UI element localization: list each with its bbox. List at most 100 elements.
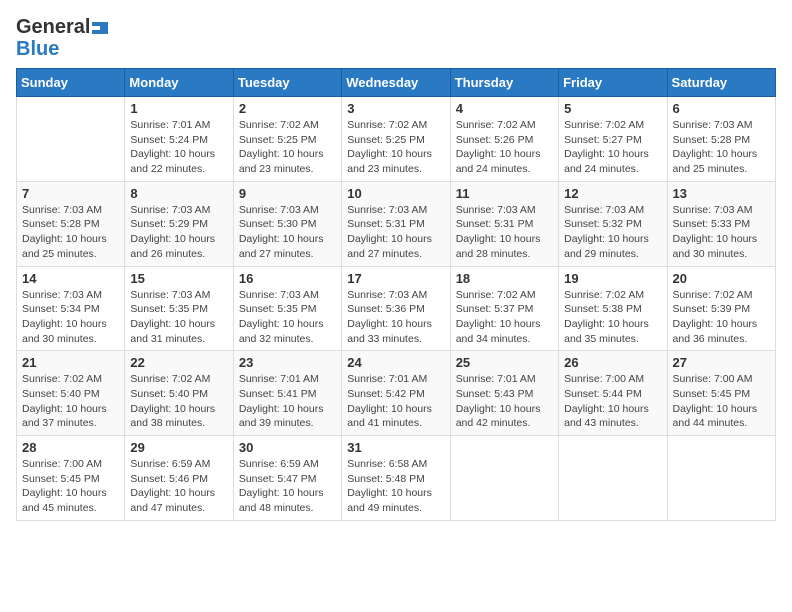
day-number: 15 [130,271,227,286]
day-number: 25 [456,355,553,370]
calendar-week-row: 1 Sunrise: 7:01 AMSunset: 5:24 PMDaylight… [17,97,776,182]
day-info: Sunrise: 7:03 AMSunset: 5:31 PMDaylight:… [456,203,553,262]
day-info: Sunrise: 6:59 AMSunset: 5:46 PMDaylight:… [130,457,227,516]
calendar-cell [450,436,558,521]
calendar-week-row: 14 Sunrise: 7:03 AMSunset: 5:34 PMDayligh… [17,266,776,351]
calendar-cell: 25 Sunrise: 7:01 AMSunset: 5:43 PMDayligh… [450,351,558,436]
day-number: 11 [456,186,553,201]
calendar-week-row: 21 Sunrise: 7:02 AMSunset: 5:40 PMDayligh… [17,351,776,436]
day-number: 22 [130,355,227,370]
day-info: Sunrise: 7:01 AMSunset: 5:43 PMDaylight:… [456,372,553,431]
day-info: Sunrise: 7:01 AMSunset: 5:41 PMDaylight:… [239,372,336,431]
day-number: 3 [347,101,444,116]
calendar-cell: 2Sunrise: 7:02 AMSunset: 5:25 PMDaylight… [233,97,341,182]
calendar-cell: 4 Sunrise: 7:02 AMSunset: 5:26 PMDaylight… [450,97,558,182]
day-info: Sunrise: 7:00 AMSunset: 5:45 PMDaylight:… [22,457,119,516]
calendar-cell: 27 Sunrise: 7:00 AMSunset: 5:45 PMDayligh… [667,351,775,436]
day-number: 19 [564,271,661,286]
calendar-table: SundayMondayTuesdayWednesdayThursdayFrid… [16,68,776,521]
day-number: 18 [456,271,553,286]
day-number: 27 [673,355,770,370]
day-info: Sunrise: 7:03 AMSunset: 5:36 PMDaylight:… [347,288,444,347]
calendar-cell: 13 Sunrise: 7:03 AMSunset: 5:33 PMDayligh… [667,181,775,266]
logo-text: General [16,16,108,38]
calendar-cell [667,436,775,521]
calendar-cell: 22 Sunrise: 7:02 AMSunset: 5:40 PMDayligh… [125,351,233,436]
day-number: 16 [239,271,336,286]
day-info: Sunrise: 7:02 AMSunset: 5:39 PMDaylight:… [673,288,770,347]
calendar-cell: 20 Sunrise: 7:02 AMSunset: 5:39 PMDayligh… [667,266,775,351]
day-info: Sunrise: 7:03 AMSunset: 5:29 PMDaylight:… [130,203,227,262]
day-number: 4 [456,101,553,116]
calendar-cell: 21 Sunrise: 7:02 AMSunset: 5:40 PMDayligh… [17,351,125,436]
calendar-cell: 9Sunrise: 7:03 AMSunset: 5:30 PMDaylight… [233,181,341,266]
day-number: 1 [130,101,227,116]
day-number: 10 [347,186,444,201]
day-info: Sunrise: 7:02 AMSunset: 5:26 PMDaylight:… [456,118,553,177]
day-number: 9 [239,186,336,201]
day-info: Sunrise: 7:03 AMSunset: 5:31 PMDaylight:… [347,203,444,262]
day-info: Sunrise: 7:03 AMSunset: 5:28 PMDaylight:… [673,118,770,177]
column-header-tuesday: Tuesday [233,69,341,97]
day-info: Sunrise: 7:00 AMSunset: 5:44 PMDaylight:… [564,372,661,431]
column-header-thursday: Thursday [450,69,558,97]
column-header-monday: Monday [125,69,233,97]
calendar-cell: 24Sunrise: 7:01 AMSunset: 5:42 PMDayligh… [342,351,450,436]
calendar-cell: 12Sunrise: 7:03 AMSunset: 5:32 PMDayligh… [559,181,667,266]
day-info: Sunrise: 7:03 AMSunset: 5:35 PMDaylight:… [239,288,336,347]
logo-flag-icon [92,20,108,36]
day-number: 2 [239,101,336,116]
day-number: 20 [673,271,770,286]
calendar-cell: 14 Sunrise: 7:03 AMSunset: 5:34 PMDayligh… [17,266,125,351]
calendar-header-row: SundayMondayTuesdayWednesdayThursdayFrid… [17,69,776,97]
calendar-cell: 26 Sunrise: 7:00 AMSunset: 5:44 PMDayligh… [559,351,667,436]
day-info: Sunrise: 7:03 AMSunset: 5:34 PMDaylight:… [22,288,119,347]
day-info: Sunrise: 7:00 AMSunset: 5:45 PMDaylight:… [673,372,770,431]
day-info: Sunrise: 7:02 AMSunset: 5:37 PMDaylight:… [456,288,553,347]
day-number: 31 [347,440,444,455]
day-number: 28 [22,440,119,455]
page-header: General Blue [16,16,776,60]
calendar-cell [17,97,125,182]
day-info: Sunrise: 7:02 AMSunset: 5:40 PMDaylight:… [130,372,227,431]
day-number: 7 [22,186,119,201]
day-info: Sunrise: 7:02 AMSunset: 5:25 PMDaylight:… [347,118,444,177]
calendar-cell: 23Sunrise: 7:01 AMSunset: 5:41 PMDayligh… [233,351,341,436]
day-info: Sunrise: 7:03 AMSunset: 5:32 PMDaylight:… [564,203,661,262]
logo: General Blue [16,16,108,60]
day-info: Sunrise: 6:59 AMSunset: 5:47 PMDaylight:… [239,457,336,516]
calendar-week-row: 28 Sunrise: 7:00 AMSunset: 5:45 PMDayligh… [17,436,776,521]
calendar-cell [559,436,667,521]
calendar-cell: 30Sunrise: 6:59 AMSunset: 5:47 PMDayligh… [233,436,341,521]
day-number: 6 [673,101,770,116]
calendar-cell: 15Sunrise: 7:03 AMSunset: 5:35 PMDayligh… [125,266,233,351]
calendar-cell: 18 Sunrise: 7:02 AMSunset: 5:37 PMDayligh… [450,266,558,351]
day-info: Sunrise: 6:58 AMSunset: 5:48 PMDaylight:… [347,457,444,516]
calendar-cell: 6 Sunrise: 7:03 AMSunset: 5:28 PMDaylight… [667,97,775,182]
column-header-sunday: Sunday [17,69,125,97]
day-number: 13 [673,186,770,201]
day-number: 24 [347,355,444,370]
column-header-friday: Friday [559,69,667,97]
calendar-cell: 31 Sunrise: 6:58 AMSunset: 5:48 PMDayligh… [342,436,450,521]
calendar-cell: 29Sunrise: 6:59 AMSunset: 5:46 PMDayligh… [125,436,233,521]
day-number: 26 [564,355,661,370]
day-info: Sunrise: 7:03 AMSunset: 5:33 PMDaylight:… [673,203,770,262]
calendar-cell: 5Sunrise: 7:02 AMSunset: 5:27 PMDaylight… [559,97,667,182]
day-info: Sunrise: 7:01 AMSunset: 5:24 PMDaylight:… [130,118,227,177]
calendar-cell: 3 Sunrise: 7:02 AMSunset: 5:25 PMDaylight… [342,97,450,182]
calendar-cell: 8 Sunrise: 7:03 AMSunset: 5:29 PMDaylight… [125,181,233,266]
day-info: Sunrise: 7:02 AMSunset: 5:38 PMDaylight:… [564,288,661,347]
day-number: 21 [22,355,119,370]
calendar-cell: 28 Sunrise: 7:00 AMSunset: 5:45 PMDayligh… [17,436,125,521]
calendar-cell: 10 Sunrise: 7:03 AMSunset: 5:31 PMDayligh… [342,181,450,266]
day-info: Sunrise: 7:03 AMSunset: 5:28 PMDaylight:… [22,203,119,262]
column-header-wednesday: Wednesday [342,69,450,97]
day-info: Sunrise: 7:02 AMSunset: 5:40 PMDaylight:… [22,372,119,431]
day-info: Sunrise: 7:02 AMSunset: 5:27 PMDaylight:… [564,118,661,177]
day-number: 14 [22,271,119,286]
calendar-cell: 17Sunrise: 7:03 AMSunset: 5:36 PMDayligh… [342,266,450,351]
day-number: 8 [130,186,227,201]
column-header-saturday: Saturday [667,69,775,97]
calendar-cell: 1 Sunrise: 7:01 AMSunset: 5:24 PMDaylight… [125,97,233,182]
